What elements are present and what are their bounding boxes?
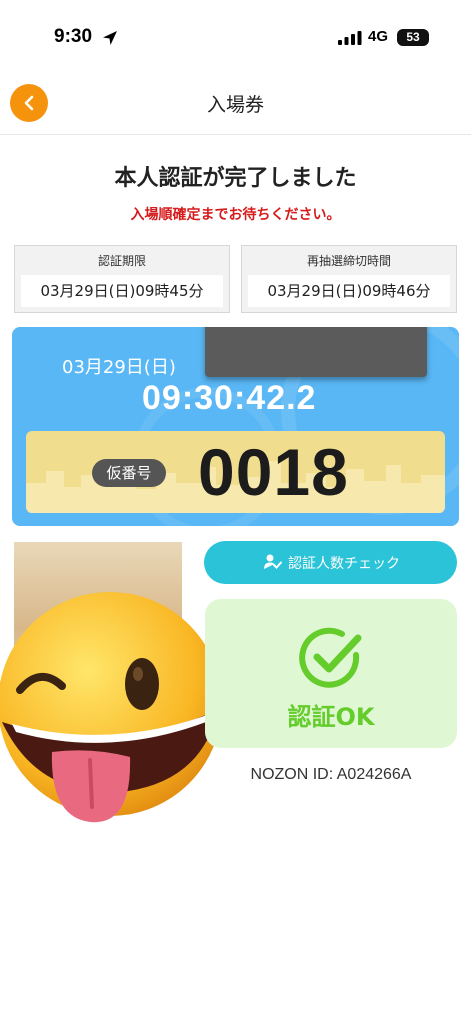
auth-ok-label: 認証OK — [287, 703, 375, 731]
network-type: 4G — [368, 28, 389, 45]
page-title: 入場券 — [206, 94, 264, 116]
nozon-id: NOZON ID: A024266A — [250, 766, 412, 783]
ticket-card: 03月29日(日) 09:30:42.2 仮番号 0018 — [12, 327, 459, 526]
redaction-block — [205, 327, 427, 377]
auth-limit-box: 認証期限 03月29日(日)09時45分 — [14, 245, 230, 313]
location-arrow-icon — [103, 31, 117, 45]
status-bar: 9:30 4G 53 — [0, 0, 471, 78]
auth-ok-panel: 認証OK — [205, 599, 457, 748]
winking-face-with-tongue-icon — [0, 592, 222, 823]
check-participant-count-label: 認証人数チェック — [288, 556, 400, 572]
main-title: 本人認証が完了しました — [114, 166, 357, 191]
battery-indicator: 53 — [397, 29, 429, 46]
redraw-deadline-value: 03月29日(日)09時46分 — [248, 275, 450, 307]
auth-limit-label: 認証期限 — [97, 254, 146, 268]
auth-limit-value: 03月29日(日)09時45分 — [21, 275, 223, 307]
provisional-number: 0018 — [198, 435, 349, 509]
status-time: 9:30 — [54, 26, 93, 47]
check-participant-count-button[interactable]: 認証人数チェック — [204, 541, 457, 584]
provisional-number-label: 仮番号 — [92, 459, 166, 487]
number-band: 仮番号 0018 — [26, 431, 445, 513]
redraw-deadline-box: 再抽選締切時間 03月29日(日)09時46分 — [241, 245, 457, 313]
redraw-deadline-label: 再抽選締切時間 — [306, 254, 391, 268]
check-circle-icon — [299, 627, 362, 688]
waiting-message: 入場順確定までお待ちください。 — [130, 207, 341, 223]
person-check-icon — [264, 554, 282, 569]
ticket-date: 03月29日(日) — [62, 357, 176, 378]
nav-bar: 入場券 — [0, 78, 471, 135]
signal-bars-icon — [338, 31, 362, 45]
ticket-clock: 09:30:42.2 — [142, 379, 317, 417]
